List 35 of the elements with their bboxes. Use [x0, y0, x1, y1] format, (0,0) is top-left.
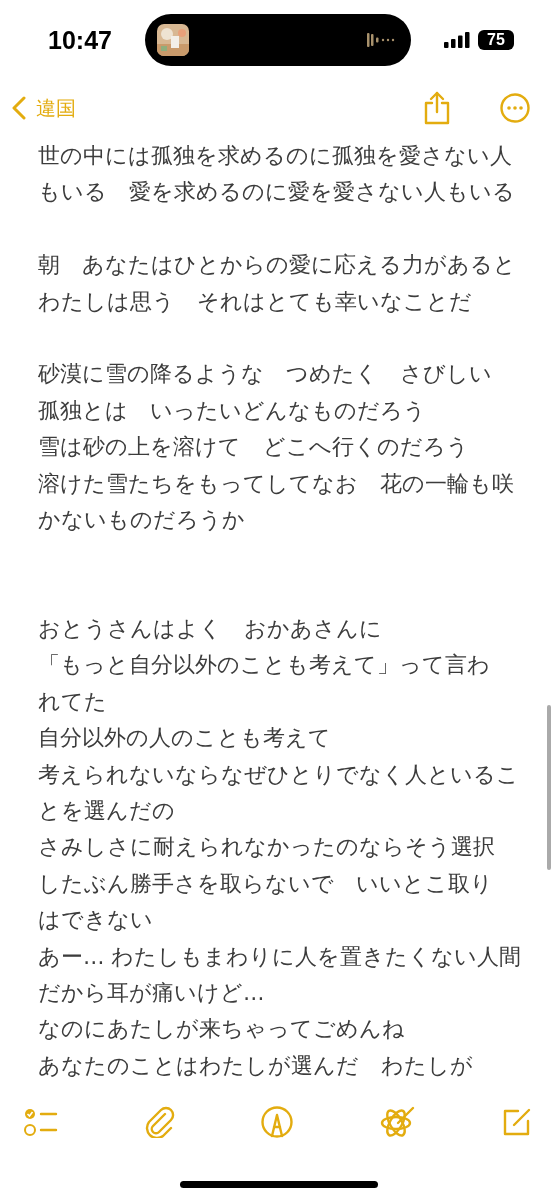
checklist-icon[interactable]: [24, 1107, 58, 1137]
share-icon[interactable]: [424, 91, 450, 125]
note-line: 砂漠に雪の降るような つめたく さびしい: [38, 360, 492, 389]
battery-level: 75: [478, 30, 514, 50]
note-line: 考えられないならなぜひとりでなく人といるこ: [38, 760, 519, 789]
note-line: 溶けた雪たちをもってしてなお 花の一輪も咲: [38, 469, 514, 498]
note-line: おとうさんはよく おかあさんに: [38, 615, 382, 644]
back-button[interactable]: 違国: [12, 94, 76, 122]
note-line: れてた: [38, 687, 107, 716]
signal-icon: [444, 32, 470, 48]
sparkle-pen-icon[interactable]: [379, 1105, 416, 1139]
note-line: もいる 愛を求めるのに愛を愛さない人もいる: [38, 178, 515, 207]
note-line: わたしは思う それはとても幸いなことだ: [38, 287, 472, 316]
more-icon[interactable]: [500, 93, 530, 123]
note-line: さみしさに耐えられなかったのならそう選択: [38, 833, 495, 862]
note-line: だから耳が痛いけど…: [38, 979, 265, 1007]
waveform-icon: [366, 33, 397, 47]
paperclip-icon[interactable]: [144, 1106, 175, 1138]
note-line: とを選んだの: [38, 797, 175, 826]
note-line: 自分以外の人のことも考えて: [38, 724, 331, 753]
note-line: 「もっと自分以外のことも考えて」って言わ: [38, 651, 490, 680]
note-line: 孤独とは いったいどんなものだろう: [38, 396, 426, 425]
compose-icon[interactable]: [502, 1107, 532, 1137]
note-line: なのにあたしが来ちゃってごめんね: [38, 1015, 405, 1044]
note-line: はできない: [38, 906, 153, 935]
status-time: 10:47: [48, 25, 112, 55]
note-line: 世の中には孤独を求めるのに孤独を愛さない人: [38, 142, 512, 170]
chevron-icon: [12, 96, 26, 120]
note-line: したぶん勝手さを取らないで いいとこ取り: [38, 869, 493, 898]
note-line: 雪は砂の上を溶けて どこへ行くのだろう: [38, 433, 469, 462]
note-line: あー… わたしもまわりに人を置きたくない人間: [38, 942, 522, 971]
note-line: かないものだろうか: [38, 505, 245, 534]
note-line: あなたのことはわたしが選んだ わたしが: [38, 1051, 473, 1080]
pen-icon[interactable]: [261, 1106, 293, 1138]
note-line: 朝 あなたはひとからの愛に応える力があると: [38, 251, 516, 280]
